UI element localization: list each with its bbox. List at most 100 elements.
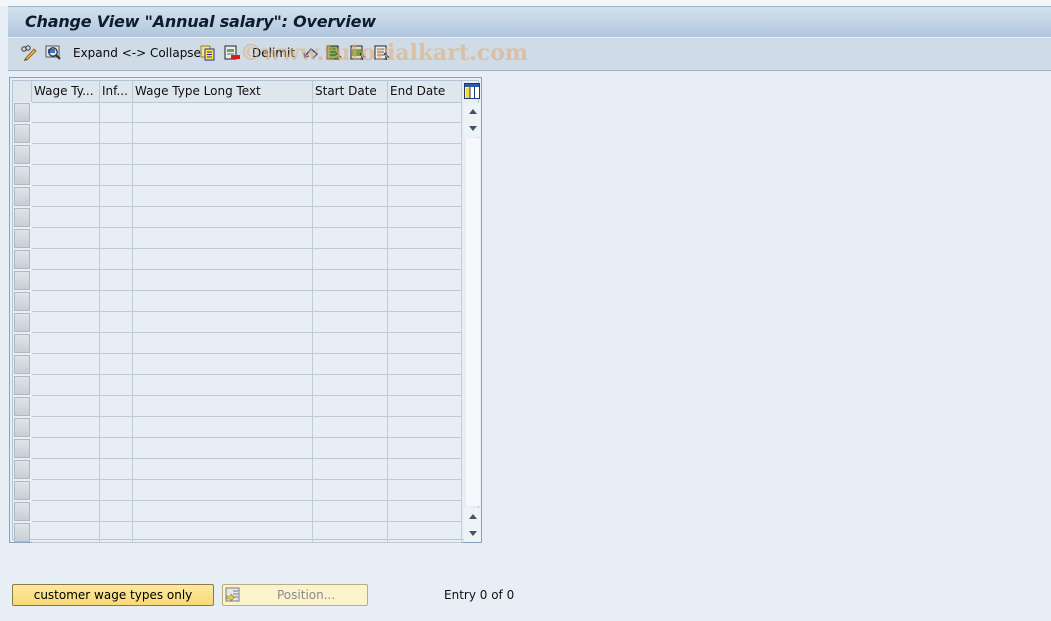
table-cell-long-text[interactable] — [133, 501, 313, 522]
table-cell-long-text[interactable] — [133, 270, 313, 291]
table-cell-start-date[interactable] — [313, 228, 388, 249]
table-cell-inf[interactable] — [100, 249, 133, 270]
table-cell-wage-type[interactable] — [32, 438, 100, 459]
table-cell-wage-type[interactable] — [32, 312, 100, 333]
scroll-down-button[interactable] — [464, 120, 481, 137]
table-cell-end-date[interactable] — [388, 123, 462, 144]
details-button[interactable] — [44, 43, 62, 63]
table-cell-end-date[interactable] — [388, 249, 462, 270]
undo-change-button[interactable] — [302, 43, 320, 63]
table-cell-inf[interactable] — [100, 102, 133, 123]
row-selector[interactable] — [14, 439, 30, 458]
table-cell-wage-type[interactable] — [32, 480, 100, 501]
table-cell-start-date[interactable] — [313, 123, 388, 144]
table-cell-long-text[interactable] — [133, 102, 313, 123]
row-selector[interactable] — [14, 145, 30, 164]
expand-collapse-button[interactable]: Expand <-> Collapse — [73, 43, 201, 63]
table-cell-start-date[interactable] — [313, 522, 388, 543]
scroll-up-button[interactable] — [464, 103, 481, 120]
table-cell-wage-type[interactable] — [32, 249, 100, 270]
table-cell-wage-type[interactable] — [32, 459, 100, 480]
row-selector[interactable] — [14, 124, 30, 143]
row-selector[interactable] — [14, 376, 30, 395]
table-cell-wage-type[interactable] — [32, 165, 100, 186]
table-cell-inf[interactable] — [100, 291, 133, 312]
delimit-button[interactable]: Delimit — [252, 43, 295, 63]
delete-button[interactable] — [223, 43, 241, 63]
row-selector[interactable] — [14, 481, 30, 500]
row-selector[interactable] — [14, 187, 30, 206]
row-selector[interactable] — [14, 271, 30, 290]
deselect-all-button[interactable] — [373, 43, 391, 63]
table-cell-wage-type[interactable] — [32, 375, 100, 396]
select-all-rows-header[interactable] — [13, 81, 32, 102]
table-cell-start-date[interactable] — [313, 501, 388, 522]
table-cell-start-date[interactable] — [313, 186, 388, 207]
table-cell-end-date[interactable] — [388, 144, 462, 165]
table-cell-end-date[interactable] — [388, 312, 462, 333]
table-cell-inf[interactable] — [100, 165, 133, 186]
table-cell-inf[interactable] — [100, 375, 133, 396]
table-cell-inf[interactable] — [100, 522, 133, 543]
table-cell-end-date[interactable] — [388, 375, 462, 396]
row-selector[interactable] — [14, 355, 30, 374]
table-cell-wage-type[interactable] — [32, 207, 100, 228]
table-cell-long-text[interactable] — [133, 249, 313, 270]
row-selector[interactable] — [14, 418, 30, 437]
table-cell-end-date[interactable] — [388, 102, 462, 123]
table-cell-long-text[interactable] — [133, 522, 313, 543]
table-cell-end-date[interactable] — [388, 354, 462, 375]
table-cell-start-date[interactable] — [313, 144, 388, 165]
table-cell-start-date[interactable] — [313, 396, 388, 417]
customer-wage-types-only-button[interactable]: customer wage types only — [12, 584, 214, 606]
table-cell-inf[interactable] — [100, 186, 133, 207]
table-cell-long-text[interactable] — [133, 417, 313, 438]
table-cell-wage-type[interactable] — [32, 144, 100, 165]
column-header-end-date[interactable]: End Date — [388, 81, 462, 102]
table-cell-inf[interactable] — [100, 207, 133, 228]
table-cell-long-text[interactable] — [133, 186, 313, 207]
table-cell-wage-type[interactable] — [32, 186, 100, 207]
display-change-button[interactable] — [20, 43, 38, 63]
table-cell-inf[interactable] — [100, 228, 133, 249]
row-selector[interactable] — [14, 397, 30, 416]
table-cell-end-date[interactable] — [388, 291, 462, 312]
table-cell-end-date[interactable] — [388, 417, 462, 438]
table-cell-long-text[interactable] — [133, 144, 313, 165]
table-cell-end-date[interactable] — [388, 501, 462, 522]
table-cell-inf[interactable] — [100, 270, 133, 291]
select-block-button[interactable] — [349, 43, 367, 63]
table-cell-inf[interactable] — [100, 438, 133, 459]
table-cell-wage-type[interactable] — [32, 396, 100, 417]
table-cell-wage-type[interactable] — [32, 501, 100, 522]
table-cell-start-date[interactable] — [313, 438, 388, 459]
table-cell-wage-type[interactable] — [32, 270, 100, 291]
row-selector[interactable] — [14, 502, 30, 521]
row-selector[interactable] — [14, 313, 30, 332]
row-selector[interactable] — [14, 334, 30, 353]
table-cell-inf[interactable] — [100, 144, 133, 165]
table-cell-inf[interactable] — [100, 123, 133, 144]
table-cell-wage-type[interactable] — [32, 123, 100, 144]
table-cell-wage-type[interactable] — [32, 522, 100, 543]
column-header-start-date[interactable]: Start Date — [313, 81, 388, 102]
table-cell-end-date[interactable] — [388, 480, 462, 501]
table-cell-start-date[interactable] — [313, 459, 388, 480]
table-cell-start-date[interactable] — [313, 291, 388, 312]
column-header-wage-type[interactable]: Wage Ty... — [32, 81, 100, 102]
table-cell-long-text[interactable] — [133, 438, 313, 459]
select-all-button[interactable] — [325, 43, 343, 63]
scrollbar-track[interactable] — [466, 138, 480, 506]
table-cell-wage-type[interactable] — [32, 291, 100, 312]
table-cell-wage-type[interactable] — [32, 354, 100, 375]
column-header-long-text[interactable]: Wage Type Long Text — [133, 81, 313, 102]
table-cell-start-date[interactable] — [313, 249, 388, 270]
row-selector[interactable] — [14, 250, 30, 269]
table-cell-long-text[interactable] — [133, 123, 313, 144]
table-cell-end-date[interactable] — [388, 333, 462, 354]
table-cell-long-text[interactable] — [133, 354, 313, 375]
table-cell-wage-type[interactable] — [32, 333, 100, 354]
table-cell-end-date[interactable] — [388, 186, 462, 207]
row-selector[interactable] — [14, 229, 30, 248]
table-cell-inf[interactable] — [100, 480, 133, 501]
